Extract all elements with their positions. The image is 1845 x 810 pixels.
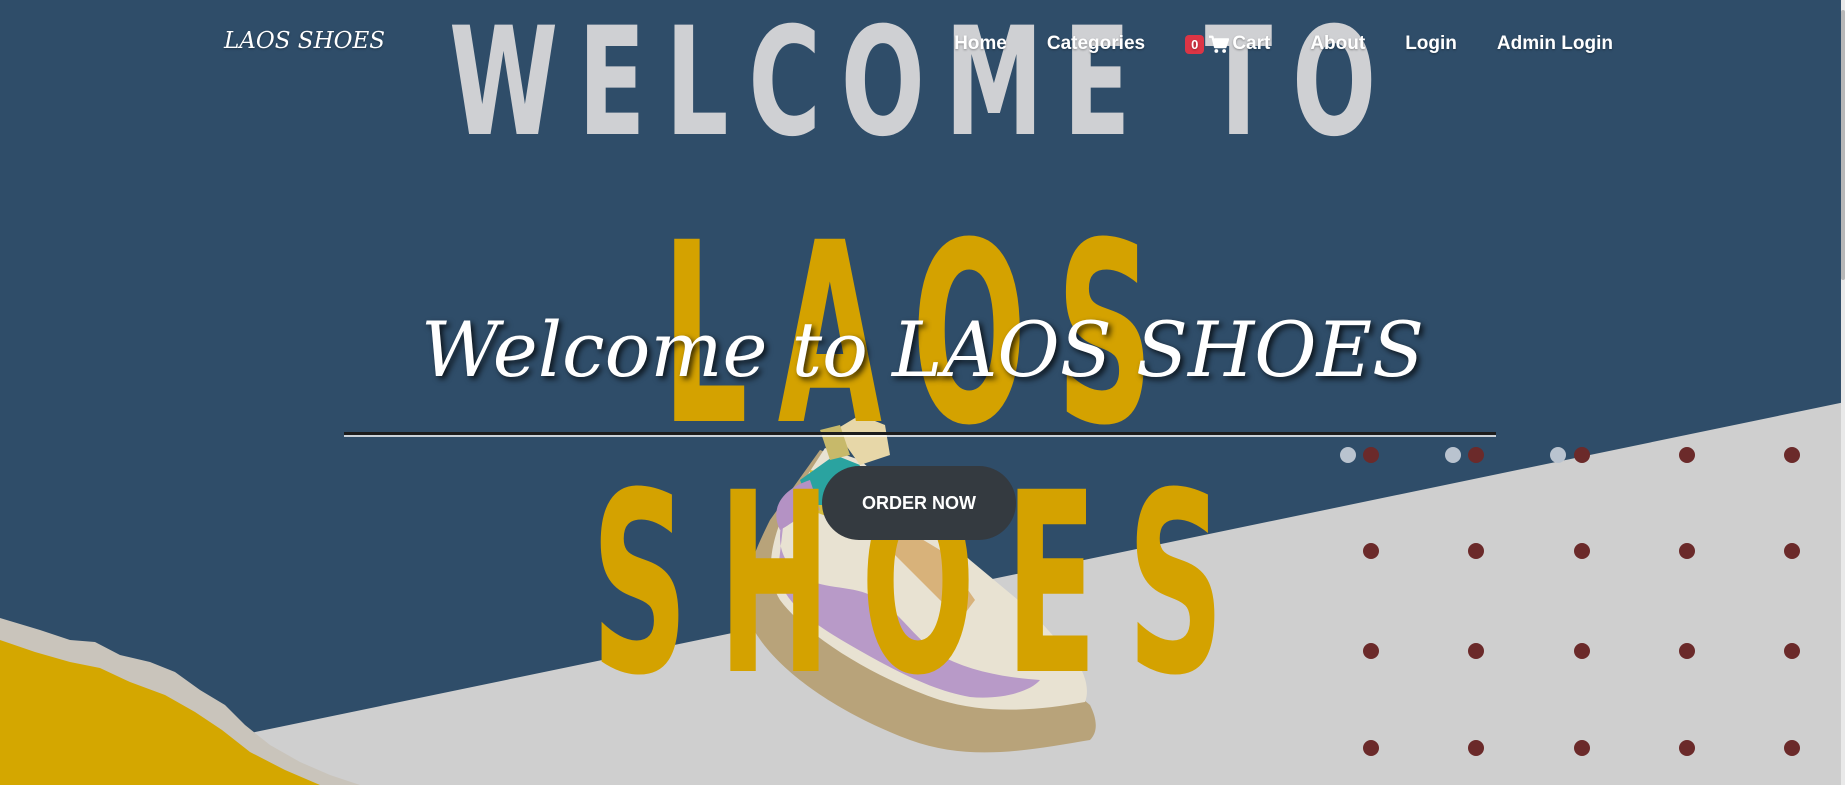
hero-banner: WELCOME TO LAOS SHOES Welcome to LAOS SH… — [0, 0, 1845, 785]
nav-login[interactable]: Login — [1405, 33, 1457, 55]
scrollbar[interactable] — [1841, 0, 1845, 785]
nav-cart[interactable]: 0 Cart — [1185, 33, 1270, 55]
nav-cart-label: Cart — [1232, 33, 1271, 54]
hero-divider — [344, 432, 1496, 435]
hero-title: Welcome to LAOS SHOES — [420, 305, 1425, 394]
scrollbar-thumb[interactable] — [1841, 10, 1845, 280]
cart-count-badge: 0 — [1185, 34, 1205, 54]
navbar: LAOS SHOES Home Categories 0 Cart About … — [0, 0, 1845, 95]
cart-icon — [1209, 35, 1230, 53]
nav-links: Home Categories 0 Cart About Login Admin… — [914, 33, 1613, 55]
nav-about[interactable]: About — [1310, 33, 1365, 55]
order-now-button[interactable]: ORDER NOW — [822, 466, 1016, 540]
brand-logo[interactable]: LAOS SHOES — [224, 28, 385, 54]
nav-home[interactable]: Home — [954, 33, 1007, 55]
banner-brand-text: LAOS SHOES — [591, 189, 1254, 730]
nav-admin-login[interactable]: Admin Login — [1497, 33, 1613, 55]
nav-categories[interactable]: Categories — [1047, 33, 1145, 55]
